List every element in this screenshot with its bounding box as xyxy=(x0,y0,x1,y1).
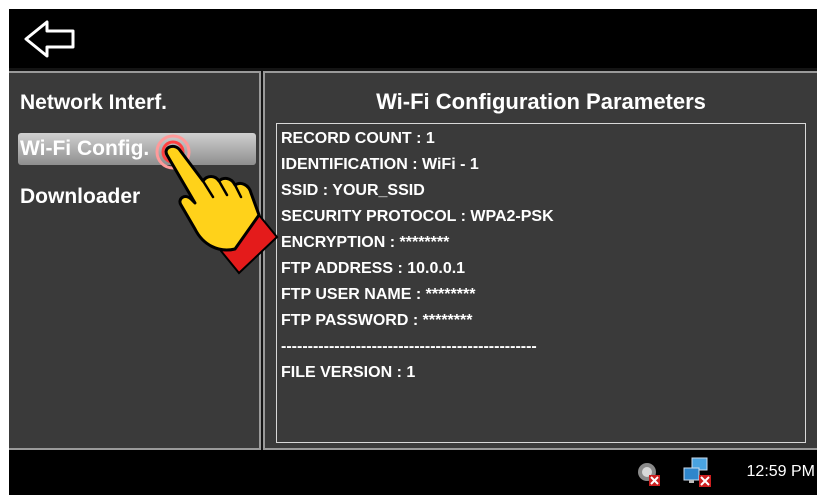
param-encryption: ENCRYPTION : ******** xyxy=(281,234,450,251)
sync-status-icon[interactable] xyxy=(636,460,664,493)
param-ftp-user-name: FTP USER NAME : ******** xyxy=(281,286,476,303)
top-bar xyxy=(9,9,817,68)
page-title: Wi-Fi Configuration Parameters xyxy=(376,89,706,114)
param-file-version: FILE VERSION : 1 xyxy=(281,364,416,381)
param-identification: IDENTIFICATION : WiFi - 1 xyxy=(281,156,479,173)
nav-item-network-interf[interactable]: Network Interf. xyxy=(11,87,257,119)
param-ftp-password: FTP PASSWORD : ******** xyxy=(281,312,473,329)
pointing-hand-icon xyxy=(155,134,279,275)
param-record-count: RECORD COUNT : 1 xyxy=(281,130,435,147)
taskbar: 12:59 PM xyxy=(9,450,817,495)
back-arrow-icon xyxy=(24,20,75,58)
clock: 12:59 PM xyxy=(746,463,815,480)
nav-item-label: Downloader xyxy=(20,185,141,208)
device-screen: Network Interf. Wi-Fi Config. Downloader… xyxy=(9,9,817,495)
back-button[interactable] xyxy=(23,19,77,59)
content-panel: Wi-Fi Configuration Parameters RECORD CO… xyxy=(263,71,817,450)
param-security-protocol: SECURITY PROTOCOL : WPA2-PSK xyxy=(281,208,554,225)
param-ftp-address: FTP ADDRESS : 10.0.0.1 xyxy=(281,260,466,277)
separator-line: ----------------------------------------… xyxy=(281,338,537,355)
parameters-box: RECORD COUNT : 1 IDENTIFICATION : WiFi -… xyxy=(276,123,806,443)
nav-item-label: Network Interf. xyxy=(20,91,168,114)
param-ssid: SSID : YOUR_SSID xyxy=(281,182,425,199)
network-status-icon[interactable] xyxy=(683,457,713,494)
nav-item-label: Wi-Fi Config. xyxy=(20,137,150,160)
